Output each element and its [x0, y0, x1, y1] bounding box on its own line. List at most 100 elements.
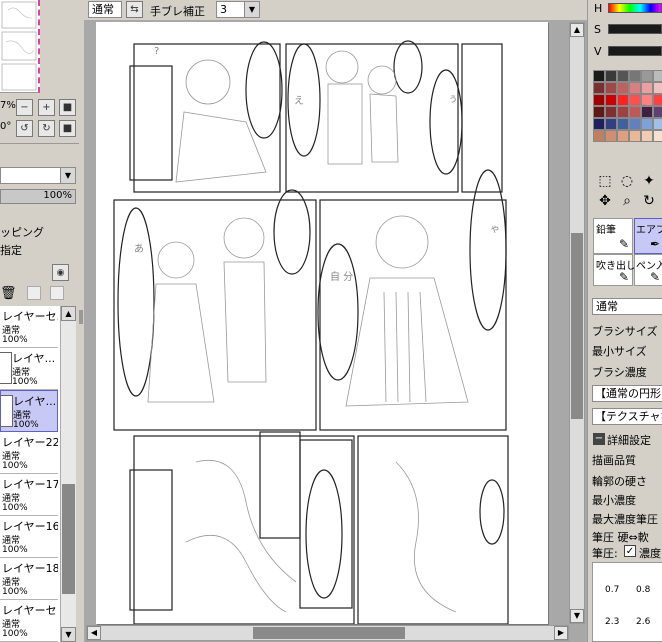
list-item[interactable]: レイヤ... 通常 100%: [0, 348, 58, 390]
clipping-label[interactable]: ッピング: [0, 224, 44, 240]
min-size-label[interactable]: 最小サイズ: [592, 343, 647, 359]
color-swatch[interactable]: [629, 118, 641, 130]
color-swatch[interactable]: [629, 106, 641, 118]
opacity-slider[interactable]: 100%: [0, 189, 76, 204]
color-swatch[interactable]: [629, 70, 641, 82]
color-swatch[interactable]: [605, 118, 617, 130]
color-swatch[interactable]: [605, 94, 617, 106]
color-swatch[interactable]: [641, 118, 653, 130]
pressure-hard-soft-label[interactable]: 筆圧 硬⇔軟: [592, 529, 649, 545]
chevron-down-icon[interactable]: ▼: [60, 168, 75, 183]
color-swatch[interactable]: [617, 118, 629, 130]
list-item[interactable]: レイヤー16 通常 100%: [0, 516, 58, 558]
color-swatch[interactable]: [617, 94, 629, 106]
tool-airbrush[interactable]: エアブラ ✒: [634, 218, 662, 254]
canvas-vertical-scrollbar[interactable]: ▲ ▼: [569, 22, 585, 624]
color-swatch[interactable]: [653, 70, 662, 82]
color-swatch[interactable]: [605, 130, 617, 142]
lasso-icon[interactable]: ◌: [618, 172, 636, 190]
brush-size-label[interactable]: ブラシサイズ: [592, 323, 657, 339]
color-swatch[interactable]: [653, 82, 662, 94]
list-item[interactable]: レイヤ... 通常 100%: [0, 390, 58, 432]
scroll-right-button[interactable]: ▶: [554, 626, 568, 640]
size-preset[interactable]: 0.8: [636, 585, 650, 595]
color-swatch[interactable]: [593, 130, 605, 142]
magic-wand-icon[interactable]: ✦: [640, 172, 658, 190]
tool-pen[interactable]: ペン入 ✎: [634, 254, 662, 286]
brush-density-label[interactable]: ブラシ濃度: [592, 364, 647, 380]
saturation-slider[interactable]: [608, 24, 662, 34]
tool-pencil[interactable]: 鉛筆 ✎: [593, 218, 633, 254]
color-swatch[interactable]: [629, 82, 641, 94]
scroll-left-button[interactable]: ◀: [87, 626, 101, 640]
color-swatch[interactable]: [653, 130, 662, 142]
hue-slider[interactable]: [608, 3, 662, 13]
rotate-icon[interactable]: ↻: [640, 192, 658, 210]
scroll-thumb[interactable]: [571, 233, 583, 419]
color-swatch[interactable]: [653, 118, 662, 130]
shape-select[interactable]: 【通常の円形: [592, 385, 662, 402]
trash-icon[interactable]: 🗑: [0, 286, 17, 301]
color-swatch[interactable]: [617, 70, 629, 82]
layer-radio-icon[interactable]: ◉: [52, 264, 69, 281]
zoom-out-button[interactable]: −: [16, 99, 33, 116]
size-preset[interactable]: 2.3: [605, 617, 619, 627]
color-swatch[interactable]: [617, 130, 629, 142]
manga-page[interactable]: ? あ え ぅ ゃ 自 分: [96, 22, 548, 624]
blend-mode-select[interactable]: 通常: [88, 1, 122, 18]
scroll-up-button[interactable]: ▲: [570, 23, 584, 37]
list-item[interactable]: レイヤー17 通常 100%: [0, 474, 58, 516]
color-swatch[interactable]: [653, 94, 662, 106]
tool-balloon[interactable]: 吹き出し ✎: [593, 254, 636, 286]
merge-layer-icon[interactable]: [50, 286, 64, 300]
color-swatch[interactable]: [641, 130, 653, 142]
move-icon[interactable]: ✥: [596, 192, 614, 210]
layer-blend-select[interactable]: ▼: [0, 167, 76, 184]
zoom-reset-button[interactable]: ■: [59, 99, 76, 116]
new-layer-icon[interactable]: [27, 286, 41, 300]
color-palette[interactable]: [593, 70, 662, 166]
scroll-up-button[interactable]: ▲: [61, 306, 76, 321]
size-preset[interactable]: 2.6: [636, 617, 650, 627]
min-density-label[interactable]: 最小濃度: [592, 492, 636, 508]
color-swatch[interactable]: [653, 106, 662, 118]
canvas-horizontal-scrollbar[interactable]: ◀ ▶: [86, 625, 569, 641]
max-density-pressure-label[interactable]: 最大濃度筆圧: [592, 511, 658, 527]
swap-arrows-icon[interactable]: ⇆: [126, 1, 143, 18]
color-swatch[interactable]: [605, 82, 617, 94]
scroll-down-button[interactable]: ▼: [570, 609, 584, 623]
zoom-in-button[interactable]: +: [38, 99, 55, 116]
color-swatch[interactable]: [593, 82, 605, 94]
layer-scrollbar[interactable]: ▲ ▼: [60, 306, 76, 642]
color-swatch[interactable]: [593, 118, 605, 130]
collapse-icon[interactable]: −: [593, 433, 605, 445]
color-swatch[interactable]: [629, 94, 641, 106]
brush-mode-select[interactable]: 通常: [592, 298, 662, 315]
color-swatch[interactable]: [617, 106, 629, 118]
quality-label[interactable]: 描画品質: [592, 452, 636, 468]
list-item[interactable]: レイヤー22 通常 100%: [0, 432, 58, 474]
selection-source-label[interactable]: 指定: [0, 242, 22, 258]
detail-setting-label[interactable]: 詳細設定: [607, 432, 651, 448]
list-item[interactable]: レイヤーセ... 通常 100%: [0, 306, 58, 348]
size-preset[interactable]: 0.7: [605, 585, 619, 595]
pressure-density-checkbox[interactable]: ✓: [624, 545, 636, 557]
rotate-right-button[interactable]: ↻: [38, 120, 55, 137]
scroll-thumb[interactable]: [253, 627, 405, 639]
chevron-down-icon[interactable]: ▼: [244, 2, 259, 17]
color-swatch[interactable]: [593, 106, 605, 118]
texture-select[interactable]: 【テクスチャなし: [592, 408, 662, 425]
color-swatch[interactable]: [641, 70, 653, 82]
color-swatch[interactable]: [593, 70, 605, 82]
color-swatch[interactable]: [617, 82, 629, 94]
list-item[interactable]: レイヤー18 通常 100%: [0, 558, 58, 600]
scroll-down-button[interactable]: ▼: [61, 627, 76, 642]
color-swatch[interactable]: [629, 130, 641, 142]
color-swatch[interactable]: [605, 70, 617, 82]
rect-select-icon[interactable]: ⬚: [596, 172, 614, 190]
color-swatch[interactable]: [641, 82, 653, 94]
panel-splitter[interactable]: [79, 310, 83, 324]
edge-hardness-label[interactable]: 輪郭の硬さ: [592, 473, 647, 489]
scroll-thumb[interactable]: [62, 484, 75, 594]
stabilizer-select[interactable]: 3 ▼: [216, 1, 260, 18]
